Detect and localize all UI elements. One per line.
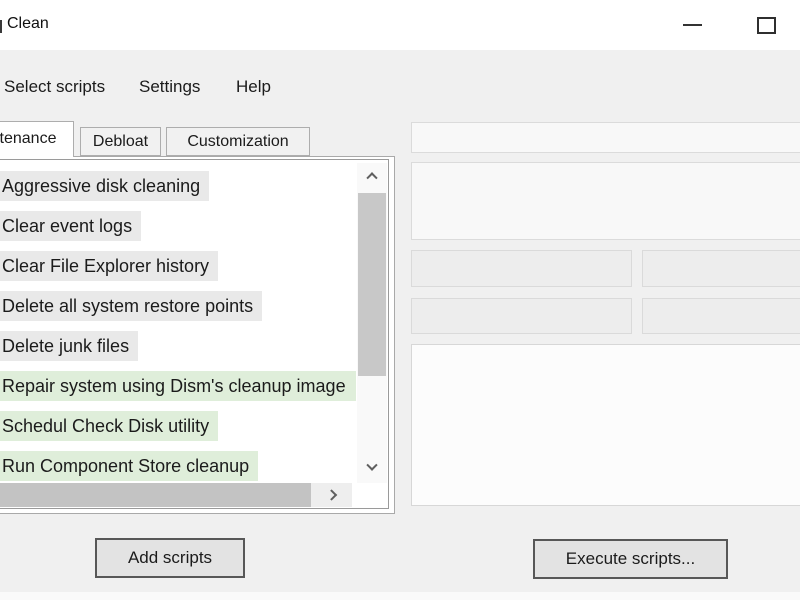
- minimize-icon[interactable]: [683, 24, 702, 26]
- tab-content-panel: Aggressive disk cleaning Clear event log…: [0, 156, 395, 514]
- maximize-icon[interactable]: [757, 17, 776, 34]
- horizontal-scrollbar-thumb[interactable]: [0, 483, 311, 507]
- tab-customization[interactable]: Customization: [166, 127, 310, 156]
- dropdown-2-side-field[interactable]: [642, 298, 800, 334]
- add-scripts-button[interactable]: Add scripts: [95, 538, 245, 578]
- execute-scripts-button[interactable]: Execute scripts...: [533, 539, 728, 579]
- scroll-down-icon[interactable]: [365, 461, 379, 475]
- script-item[interactable]: Clear event logs: [0, 211, 356, 241]
- script-item[interactable]: Repair system using Dism's cleanup image: [0, 371, 356, 401]
- script-listbox[interactable]: Aggressive disk cleaning Clear event log…: [0, 159, 389, 509]
- dropdown-1-side-field[interactable]: [642, 250, 800, 287]
- tab-debloat[interactable]: Debloat: [80, 127, 161, 156]
- title-partial-glyph: [0, 20, 2, 33]
- vertical-scrollbar-thumb[interactable]: [358, 193, 386, 376]
- menu-help[interactable]: Help: [236, 77, 271, 97]
- window-bottom-edge: [0, 592, 800, 600]
- dropdown-1[interactable]: [411, 250, 632, 287]
- script-item[interactable]: Clear File Explorer history: [0, 251, 356, 281]
- menu-select-scripts[interactable]: Select scripts: [4, 77, 105, 97]
- script-item[interactable]: Run Component Store cleanup: [0, 451, 356, 481]
- menu-settings[interactable]: Settings: [139, 77, 200, 97]
- dropdown-2[interactable]: [411, 298, 632, 334]
- script-item[interactable]: Schedul Check Disk utility: [0, 411, 356, 441]
- script-item[interactable]: Delete all system restore points: [0, 291, 356, 321]
- script-item[interactable]: Aggressive disk cleaning: [0, 171, 356, 201]
- script-items: Aggressive disk cleaning Clear event log…: [0, 171, 356, 491]
- vertical-scrollbar[interactable]: [357, 163, 387, 483]
- script-description-box[interactable]: [411, 162, 800, 240]
- scroll-up-icon[interactable]: [365, 168, 379, 182]
- titlebar: Clean: [0, 0, 800, 50]
- script-code-box[interactable]: [411, 344, 800, 506]
- script-item[interactable]: Delete junk files: [0, 331, 356, 361]
- scroll-right-icon[interactable]: [326, 488, 340, 502]
- tab-maintenance[interactable]: tenance: [0, 121, 74, 157]
- horizontal-scrollbar[interactable]: [0, 483, 352, 507]
- window-title: Clean: [7, 15, 49, 33]
- script-name-field[interactable]: [411, 122, 800, 153]
